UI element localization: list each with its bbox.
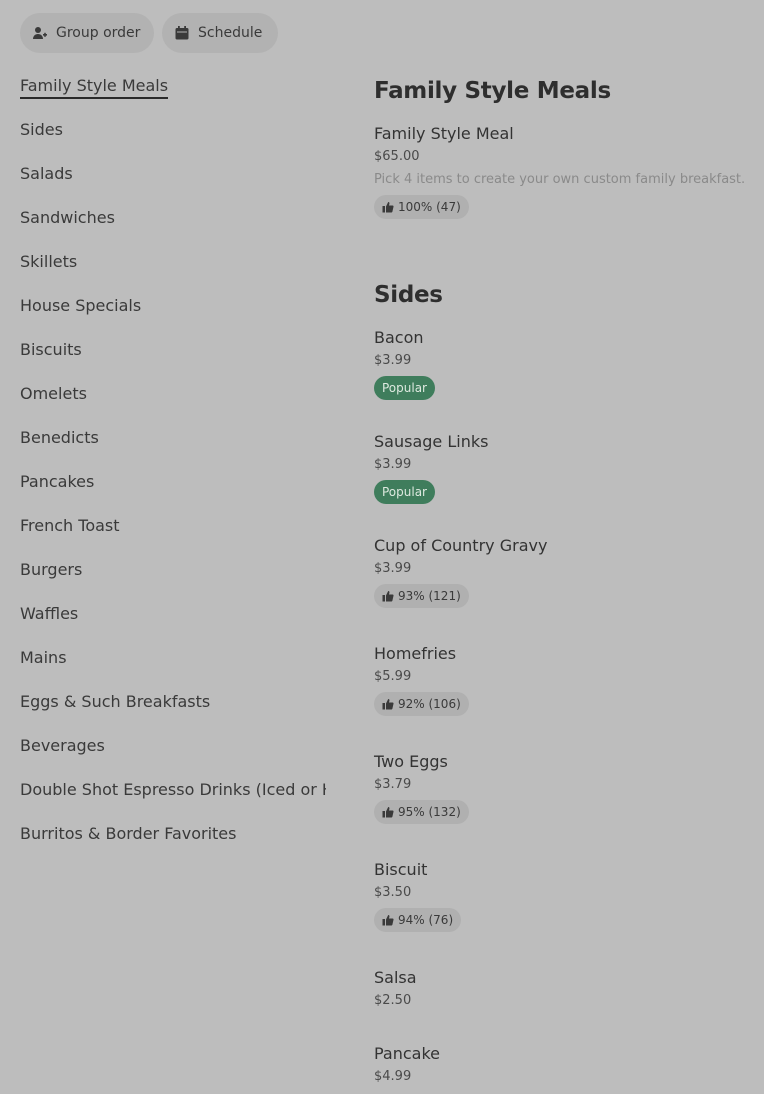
sidebar-item-burritos[interactable]: Burritos & Border Favorites (20, 812, 326, 856)
rating-badge: 100% (47) (374, 195, 469, 219)
item-name: Sausage Links (374, 432, 489, 451)
thumbs-up-icon (382, 698, 394, 710)
add-person-icon (32, 25, 48, 41)
item-name: Pancake (374, 1044, 441, 1063)
item-price: $3.99 (374, 457, 412, 472)
sidebar-item-french-toast[interactable]: French Toast (20, 504, 326, 548)
sidebar-item-eggs-such-breakfasts[interactable]: Eggs & Such Breakfasts (20, 680, 326, 724)
menu-item-sausage-links[interactable]: Sausage Links $3.99 Popular (374, 431, 754, 504)
sidebar-item-espresso-drinks[interactable]: Double Shot Espresso Drinks (Iced or Hot… (20, 768, 326, 812)
item-name: Cup of Country Gravy (374, 536, 548, 555)
menu-item-bacon[interactable]: Bacon $3.99 Popular (374, 327, 754, 400)
sidebar-item-skillets[interactable]: Skillets (20, 240, 326, 284)
menu-item-cup-of-country-gravy[interactable]: Cup of Country Gravy $3.99 93% (121) (374, 535, 754, 608)
item-price: $3.50 (374, 885, 412, 900)
sidebar-item-house-specials[interactable]: House Specials (20, 284, 326, 328)
item-price: $3.79 (374, 777, 412, 792)
sidebar-item-mains[interactable]: Mains (20, 636, 326, 680)
rating-badge: 93% (121) (374, 584, 469, 608)
sidebar-item-family-style-meals[interactable]: Family Style Meals (20, 64, 326, 108)
item-name: Homefries (374, 644, 457, 663)
section-title: Sides (374, 282, 443, 308)
rating-badge: 95% (132) (374, 800, 469, 824)
item-price: $5.99 (374, 669, 412, 684)
sidebar-item-burgers[interactable]: Burgers (20, 548, 326, 592)
sidebar-item-salads[interactable]: Salads (20, 152, 326, 196)
item-price: $3.99 (374, 353, 412, 368)
item-name: Salsa (374, 968, 417, 987)
sidebar-item-benedicts[interactable]: Benedicts (20, 416, 326, 460)
schedule-label: Schedule (198, 25, 263, 41)
rating-badge: 94% (76) (374, 908, 462, 932)
item-name: Biscuit (374, 860, 428, 879)
thumbs-up-icon (382, 806, 394, 818)
rating-text: 100% (47) (398, 200, 461, 214)
rating-badge: 92% (106) (374, 692, 469, 716)
menu-item-family-style-meal[interactable]: Family Style Meal $65.00 Pick 4 items to… (374, 123, 754, 219)
sidebar-item-pancakes[interactable]: Pancakes (20, 460, 326, 504)
item-name: Bacon (374, 328, 424, 347)
section-title: Family Style Meals (374, 78, 611, 104)
menu-item-salsa[interactable]: Salsa $2.50 (374, 967, 754, 1010)
sidebar-item-sides[interactable]: Sides (20, 108, 326, 152)
menu-item-homefries[interactable]: Homefries $5.99 92% (106) (374, 643, 754, 716)
thumbs-up-icon (382, 590, 394, 602)
rating-text: 95% (132) (398, 805, 461, 819)
thumbs-up-icon (382, 914, 394, 926)
thumbs-up-icon (382, 201, 394, 213)
item-price: $2.50 (374, 993, 412, 1008)
popular-badge: Popular (374, 480, 435, 504)
rating-text: 93% (121) (398, 589, 461, 603)
sidebar-item-sandwiches[interactable]: Sandwiches (20, 196, 326, 240)
sidebar-item-beverages[interactable]: Beverages (20, 724, 326, 768)
menu-item-two-eggs[interactable]: Two Eggs $3.79 95% (132) (374, 751, 754, 824)
schedule-button[interactable]: Schedule (162, 13, 278, 53)
item-price: $4.99 (374, 1069, 412, 1084)
item-name: Family Style Meal (374, 124, 514, 143)
sidebar-item-omelets[interactable]: Omelets (20, 372, 326, 416)
sidebar-item-biscuits[interactable]: Biscuits (20, 328, 326, 372)
rating-text: 92% (106) (398, 697, 461, 711)
menu-item-biscuit[interactable]: Biscuit $3.50 94% (76) (374, 859, 754, 932)
rating-text: 94% (76) (398, 913, 454, 927)
item-name: Two Eggs (374, 752, 448, 771)
item-price: $65.00 (374, 149, 420, 164)
menu-item-pancake[interactable]: Pancake $4.99 (374, 1043, 754, 1086)
sidebar-item-waffles[interactable]: Waffles (20, 592, 326, 636)
calendar-icon (174, 25, 190, 41)
group-order-label: Group order (56, 25, 141, 41)
group-order-button[interactable]: Group order (20, 13, 154, 53)
category-sidebar: Family Style Meals Sides Salads Sandwich… (20, 64, 326, 856)
item-price: $3.99 (374, 561, 412, 576)
item-description: Pick 4 items to create your own custom f… (374, 172, 746, 187)
popular-badge: Popular (374, 376, 435, 400)
